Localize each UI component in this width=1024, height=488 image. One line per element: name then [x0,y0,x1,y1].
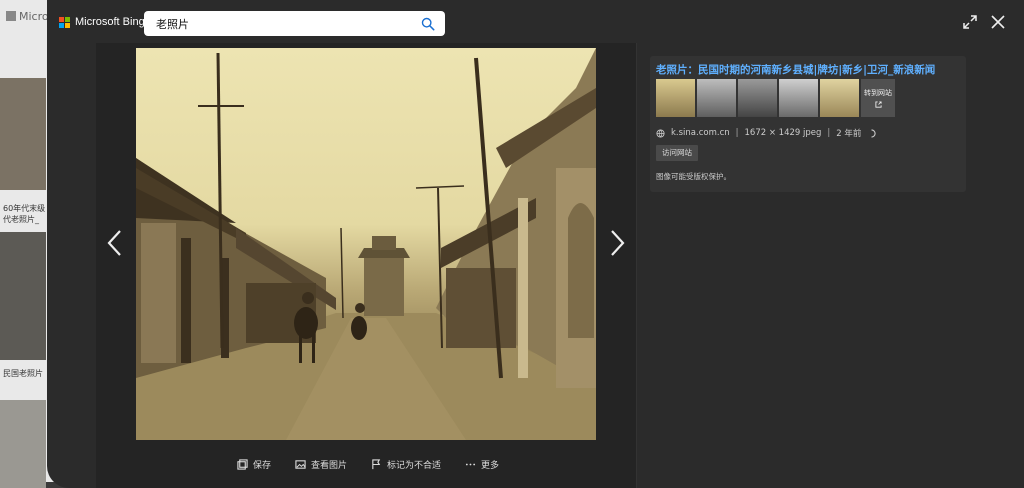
loading-icon [871,128,877,138]
goto-site-button[interactable]: 转到网站 [861,79,895,117]
more-label: 更多 [481,461,500,471]
close-icon[interactable] [990,14,1006,30]
background-caption[interactable]: 60年代末级 [3,203,49,214]
street-photo [136,48,596,440]
copyright-notice: 图像可能受版权保护。 [656,172,731,181]
background-thumbnail[interactable] [0,78,46,190]
image-viewer-modal: Microsoft Bing 老照片 保存 查看图片 标记为不合适 更多 老照片… [47,0,1024,488]
image-meta: k.sina.com.cn | 1672 × 1429 jpeg | 2 年前 [656,127,877,139]
background-logo: Micro [6,10,49,23]
action-bar: 保存 查看图片 标记为不合适 更多 [237,458,499,471]
related-thumbnail[interactable] [738,79,777,117]
background-thumbnail[interactable] [0,400,46,488]
external-link-icon [874,101,882,108]
flag-icon [372,459,381,470]
related-thumbnail[interactable] [656,79,695,117]
separator: | [735,128,739,138]
visit-site-button[interactable]: 访问网站 [656,145,698,161]
panel-divider [636,43,637,488]
source-domain[interactable]: k.sina.com.cn [671,128,730,138]
image-size: 1672 × 1429 jpeg [744,128,822,138]
search-icon[interactable] [421,17,435,31]
related-thumbnails: 转到网站 [656,79,895,117]
view-image-button[interactable]: 查看图片 [295,458,347,471]
background-caption[interactable]: 民国老照片 [3,368,49,379]
flag-label: 标记为不合适 [387,461,442,471]
brand-name: Microsoft Bing [75,16,145,28]
previous-arrow-icon[interactable] [105,228,125,258]
image-icon [295,460,306,469]
microsoft-logo-icon [59,16,70,28]
globe-icon [656,128,665,138]
save-label: 保存 [253,461,272,471]
related-thumbnail[interactable] [779,79,818,117]
background-thumbnail[interactable] [0,232,46,360]
search-box[interactable] [144,11,445,36]
background-caption[interactable]: 代老照片_ [3,214,49,225]
bing-brand[interactable]: Microsoft Bing [59,16,145,28]
related-thumbnail[interactable] [820,79,859,117]
more-icon [465,463,476,466]
flag-button[interactable]: 标记为不合适 [371,458,441,471]
save-button[interactable]: 保存 [237,458,271,471]
goto-site-label: 转到网站 [864,89,892,97]
separator: | [827,128,831,138]
related-thumbnail[interactable] [697,79,736,117]
image-info-panel: 老照片：民国时期的河南新乡县城|牌坊|新乡|卫河_新浪新闻 转到网站 k.sin… [650,56,966,192]
collection-icon [237,459,248,470]
expand-icon[interactable] [962,14,978,30]
main-image[interactable] [136,48,596,440]
image-age: 2 年前 [836,129,862,139]
more-button[interactable]: 更多 [465,458,499,471]
view-image-label: 查看图片 [311,461,348,471]
image-title-link[interactable]: 老照片：民国时期的河南新乡县城|牌坊|新乡|卫河_新浪新闻 [656,62,935,77]
search-input[interactable] [154,16,421,31]
next-arrow-icon[interactable] [607,228,627,258]
